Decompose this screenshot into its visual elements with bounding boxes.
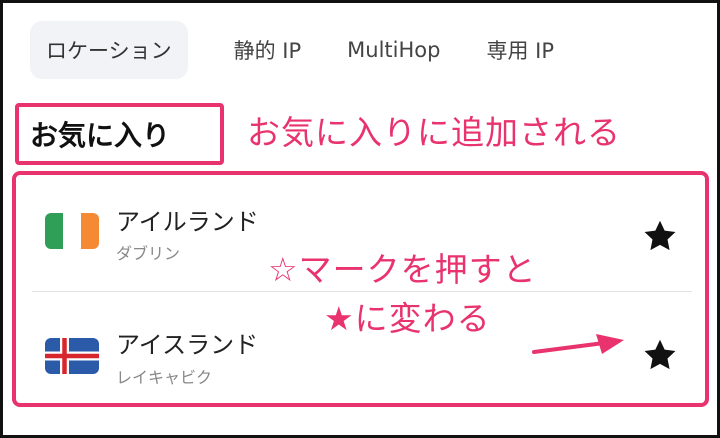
arrow-right-icon (532, 334, 624, 354)
tab-locations[interactable]: ロケーション (30, 21, 188, 79)
favorites-heading: お気に入り (30, 119, 171, 152)
star-instruction-line2: ★に変わる (324, 299, 491, 338)
location-tabs: ロケーション 静的 IP MultiHop 専用 IP (30, 21, 600, 79)
favorite-star-icon[interactable] (642, 218, 678, 254)
location-city-name: レイキャビク (116, 368, 213, 387)
star-instruction-line1: ☆マークを押すと (268, 250, 537, 289)
tab-static-ip[interactable]: 静的 IP (234, 21, 302, 79)
favorites-annotation: お気に入りに追加される (247, 113, 621, 152)
location-country-name[interactable]: アイルランド (116, 202, 259, 237)
tab-dedicated-ip[interactable]: 専用 IP (486, 21, 554, 79)
location-country-name[interactable]: アイスランド (116, 325, 258, 360)
location-city-name: ダブリン (116, 244, 181, 263)
ireland-flag-icon (45, 213, 99, 249)
iceland-flag-icon (45, 338, 99, 374)
tab-multihop[interactable]: MultiHop (347, 21, 440, 79)
favorite-star-icon[interactable] (642, 337, 678, 373)
